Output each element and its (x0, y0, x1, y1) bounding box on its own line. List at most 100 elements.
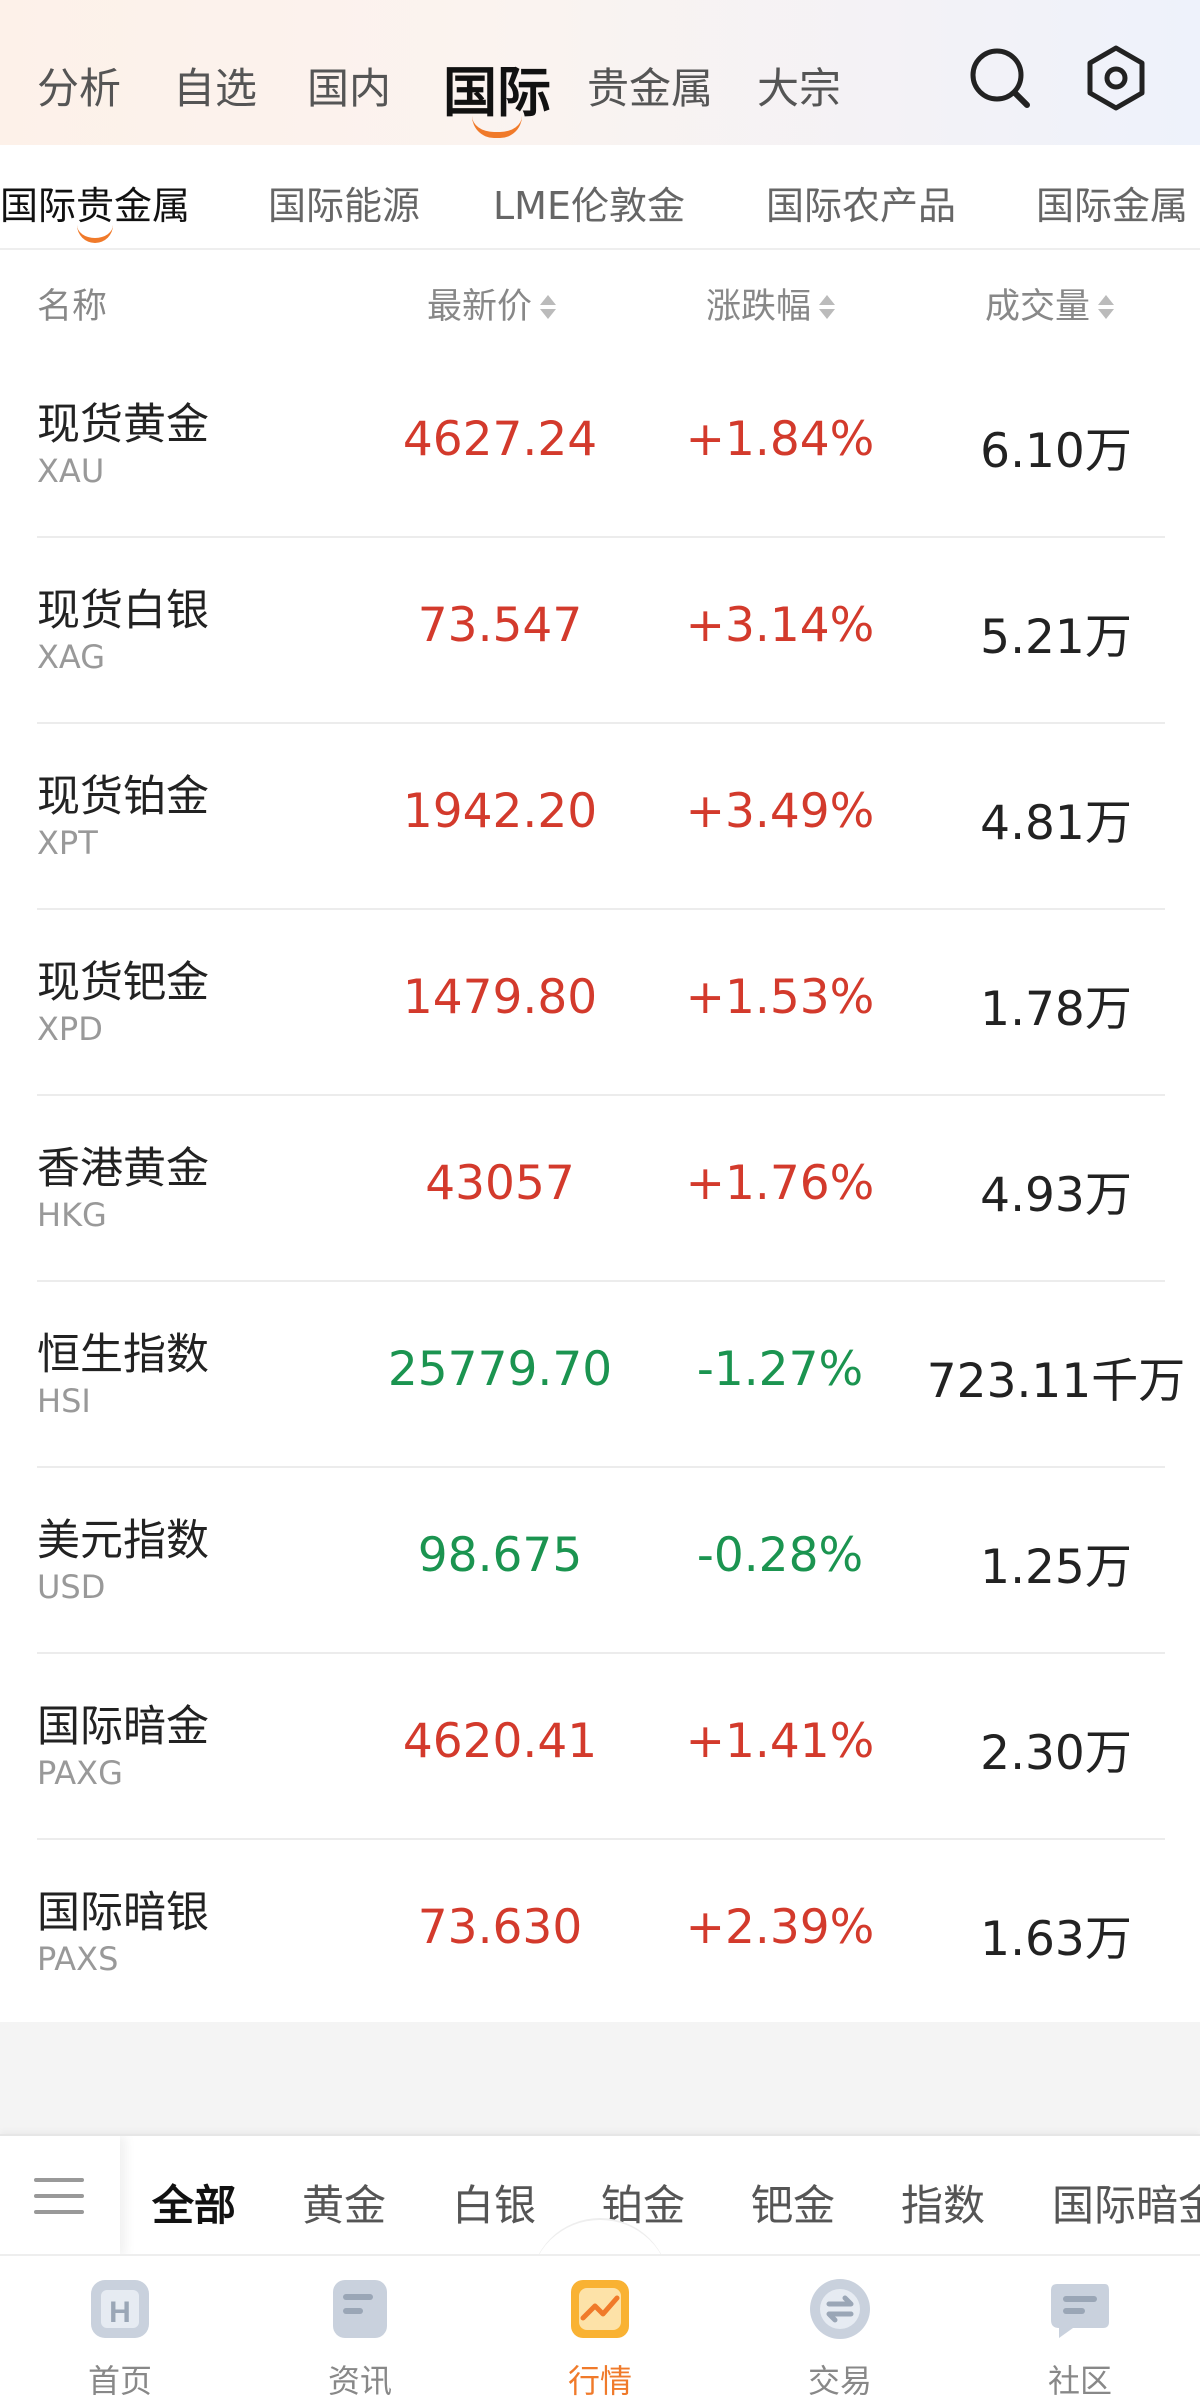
volume: 4.93万 (980, 1168, 1132, 1223)
filter-intl-dark-gold[interactable]: 国际暗金 (1052, 2172, 1200, 2233)
change-percent: -0.28% (696, 1528, 864, 1583)
quote-row[interactable]: 国际暗银 PAXS 73.630 +2.39% 1.63万 (0, 1840, 1200, 2026)
nav-label: 社区 (1047, 2362, 1112, 2400)
instrument-name: 现货黄金 (37, 400, 209, 450)
filter-palladium[interactable]: 钯金 (751, 2172, 835, 2233)
tab-international-label: 国际 (443, 61, 551, 124)
quote-list: 现货黄金 XAU 4627.24 +1.84% 6.10万现货白银 XAG 73.547 +3… (0, 352, 1200, 2026)
quote-row[interactable]: 国际暗金 PAXG 4620.41 +1.41% 2.30万 (0, 1654, 1200, 1840)
instrument-code: PAXG (37, 1754, 123, 1792)
column-header-price[interactable]: 最新价 (427, 278, 557, 329)
subtab-intl-energy[interactable]: 国际能源 (268, 175, 420, 230)
filter-silver[interactable]: 白银 (452, 2172, 536, 2233)
latest-price: 1479.80 (402, 970, 598, 1025)
quote-row[interactable]: 香港黄金 HKG 43057 +1.76% 4.93万 (0, 1096, 1200, 1282)
column-header-name: 名称 (37, 287, 108, 327)
tab-precious-metals[interactable]: 贵金属 (587, 55, 713, 116)
latest-price: 43057 (425, 1156, 575, 1211)
change-percent: +3.14% (685, 598, 875, 653)
volume: 723.11千万 (926, 1354, 1186, 1409)
menu-icon[interactable] (0, 2136, 120, 2254)
sort-icon (1098, 293, 1115, 323)
change-percent: +1.53% (685, 970, 875, 1025)
volume: 5.21万 (980, 610, 1132, 665)
search-icon[interactable] (964, 42, 1036, 114)
tab-commodities[interactable]: 大宗 (757, 55, 841, 116)
latest-price: 1942.20 (402, 784, 598, 839)
nav-market[interactable]: 行情 (500, 2256, 700, 2403)
instrument-name: 国际暗金 (37, 1702, 209, 1752)
latest-price: 4627.24 (402, 412, 598, 467)
volume: 1.78万 (980, 982, 1132, 1037)
tab-analysis[interactable]: 分析 (37, 55, 121, 116)
instrument-code: USD (37, 1568, 106, 1606)
instrument-name: 美元指数 (37, 1516, 209, 1566)
column-header-change[interactable]: 涨跌幅 (706, 278, 836, 329)
instrument-name: 恒生指数 (37, 1330, 209, 1380)
nav-home[interactable]: H 首页 (20, 2256, 220, 2403)
settings-icon[interactable] (1080, 42, 1152, 114)
instrument-code: XAG (37, 638, 106, 676)
sort-icon (540, 293, 557, 323)
subtab-lme-gold[interactable]: LME伦敦金 (493, 175, 685, 230)
subtab-label: 国际贵金属 (0, 184, 191, 228)
instrument-name: 香港黄金 (37, 1144, 209, 1194)
tab-international[interactable]: 国际 (443, 48, 551, 138)
top-category-nav: 分析 自选 国内 国际 贵金属 大宗 (0, 0, 1200, 145)
quote-row[interactable]: 现货黄金 XAU 4627.24 +1.84% 6.10万 (0, 352, 1200, 538)
quote-row[interactable]: 现货钯金 XPD 1479.80 +1.53% 1.78万 (0, 910, 1200, 1096)
volume: 2.30万 (980, 1726, 1132, 1781)
change-percent: +1.41% (685, 1714, 875, 1769)
instrument-name: 现货铂金 (37, 772, 209, 822)
trade-icon (810, 2279, 870, 2339)
bottom-nav: H 首页 资讯 行情 交易 社区 (0, 2254, 1200, 2403)
active-tab-indicator (472, 116, 522, 138)
subtab-intl-precious-metals[interactable]: 国际贵金属 (0, 175, 191, 243)
latest-price: 73.630 (417, 1900, 583, 1955)
sub-category-nav: 国际贵金属 国际能源 LME伦敦金 国际农产品 国际金属 (0, 145, 1200, 250)
instrument-code: XPD (37, 1010, 103, 1048)
column-header-price-label: 最新价 (427, 287, 533, 327)
quote-row[interactable]: 现货白银 XAG 73.547 +3.14% 5.21万 (0, 538, 1200, 724)
subtab-intl-metals[interactable]: 国际金属 (1036, 175, 1188, 230)
table-header: 名称 最新价 涨跌幅 成交量 (0, 252, 1200, 352)
instrument-name: 现货白银 (37, 586, 209, 636)
svg-text:H: H (109, 2296, 131, 2329)
nav-news[interactable]: 资讯 (260, 2256, 460, 2403)
instrument-code: PAXS (37, 1940, 119, 1978)
latest-price: 98.675 (417, 1528, 583, 1583)
tab-watchlist[interactable]: 自选 (173, 55, 257, 116)
change-percent: +1.76% (685, 1156, 875, 1211)
quote-row[interactable]: 美元指数 USD 98.675 -0.28% 1.25万 (0, 1468, 1200, 1654)
nav-trade[interactable]: 交易 (740, 2256, 940, 2403)
nav-label: 交易 (807, 2362, 872, 2400)
volume: 1.63万 (980, 1912, 1132, 1967)
tab-domestic[interactable]: 国内 (307, 55, 391, 116)
nav-label: 行情 (567, 2362, 632, 2400)
quote-row[interactable]: 现货铂金 XPT 1942.20 +3.49% 4.81万 (0, 724, 1200, 910)
instrument-code: HSI (37, 1382, 91, 1420)
latest-price: 73.547 (417, 598, 583, 653)
nav-community[interactable]: 社区 (980, 2256, 1180, 2403)
active-subtab-indicator (77, 225, 113, 243)
home-icon: H (91, 2280, 149, 2338)
instrument-name: 现货钯金 (37, 958, 209, 1008)
change-percent: -1.27% (696, 1342, 864, 1397)
column-header-volume[interactable]: 成交量 (985, 278, 1115, 329)
filter-gold[interactable]: 黄金 (302, 2172, 386, 2233)
change-percent: +3.49% (685, 784, 875, 839)
sort-icon (819, 293, 836, 323)
volume: 1.25万 (980, 1540, 1132, 1595)
volume: 6.10万 (980, 424, 1132, 479)
column-header-change-label: 涨跌幅 (706, 287, 812, 327)
quote-row[interactable]: 恒生指数 HSI 25779.70 -1.27% 723.11千万 (0, 1282, 1200, 1468)
news-icon (333, 2280, 387, 2338)
instrument-code: HKG (37, 1196, 107, 1234)
subtab-intl-agri[interactable]: 国际农产品 (766, 175, 956, 230)
filter-all[interactable]: 全部 (152, 2172, 236, 2233)
filter-index[interactable]: 指数 (901, 2172, 985, 2233)
market-chart-icon (571, 2280, 629, 2338)
column-header-volume-label: 成交量 (985, 287, 1091, 327)
change-percent: +2.39% (685, 1900, 875, 1955)
latest-price: 4620.41 (402, 1714, 598, 1769)
